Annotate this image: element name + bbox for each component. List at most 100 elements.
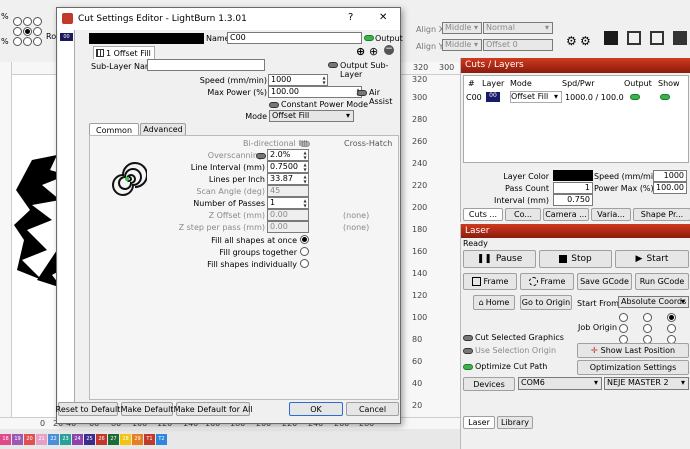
layer-color-swatch[interactable] [553,170,593,181]
start-from-select[interactable]: Absolute Coords [618,296,689,308]
cuts-speed-field[interactable]: 1000 [653,170,687,182]
devices-button[interactable]: Devices [463,377,515,391]
tab-laser[interactable]: Laser [463,416,495,429]
show-toggle[interactable] [660,94,670,100]
sublayer-name-field[interactable] [147,59,265,71]
fill-individual-radio[interactable] [300,259,309,268]
lines-per-inch-field[interactable]: 33.87 ▲ ▼ [267,173,309,185]
speed-field[interactable]: 1000 ▲ ▼ [268,74,328,86]
help-icon[interactable]: ? [348,12,353,23]
fill-all-radio[interactable] [300,235,309,244]
save-gcode-button[interactable]: Save GCode [577,273,632,290]
start-button[interactable]: ▶ Start [615,250,689,268]
air-assist-toggle[interactable] [357,90,367,96]
line-interval-field[interactable]: 0.7500 ▲ ▼ [267,161,309,173]
optimization-settings-button[interactable]: Optimization Settings [577,360,689,375]
tab-cuts[interactable]: Cuts ... [463,208,503,221]
row-mode[interactable]: Offset Fill [510,91,562,103]
palette-swatch[interactable]: 20 [24,433,35,445]
group-icon[interactable] [604,31,618,45]
sublayer-tab[interactable]: 1 Offset Fill [93,46,155,59]
machine-icon[interactable]: ⚙ [580,34,591,48]
palette-swatch[interactable]: 29 [132,433,143,445]
output-toggle[interactable] [364,35,374,41]
table-row[interactable]: C00 00 Offset Fill 1000.0 / 100.0 [464,90,688,104]
layers-table[interactable]: # Layer Mode Spd/Pwr Output Show C00 00 … [463,75,689,163]
palette-swatch[interactable]: 28 [120,433,131,445]
num-passes-field[interactable]: 1 ▲ ▼ [267,197,309,209]
palette-swatch[interactable]: 19 [12,433,23,445]
overscanning-toggle[interactable] [256,153,266,159]
close-icon[interactable]: ✕ [379,12,387,23]
show-last-position-button[interactable]: ✛ Show Last Position [577,343,689,358]
palette-swatch[interactable]: T1 [144,433,155,445]
line-interval-label: Line Interval (mm) [190,163,265,172]
palette-swatch[interactable]: 18 [0,433,11,445]
cut-selected-toggle[interactable] [463,335,473,341]
offset-field[interactable]: Offset 0 [483,39,553,51]
tab-console[interactable]: Co... [505,208,541,221]
power-max-field[interactable]: 100.00 [653,182,687,194]
port-select[interactable]: COM6 [518,377,602,390]
go-to-origin-button[interactable]: Go to Origin [520,295,572,310]
run-gcode-button[interactable]: Run GCode [635,273,689,290]
tab-library[interactable]: Library [497,416,533,429]
cancel-button[interactable]: Cancel [346,402,399,416]
distribute-icon[interactable] [650,31,664,45]
name-color-bar[interactable] [89,33,204,44]
z-step-field[interactable]: 0.00 [267,221,309,233]
ok-button[interactable]: OK [289,402,343,416]
remove-sublayer-icon[interactable]: − [384,45,394,55]
layer-number-badge[interactable]: 00 [60,33,73,41]
frame-round-button[interactable]: Frame [520,273,574,290]
align-x-label: Align X [416,25,445,34]
align-x-select[interactable]: Middle [442,22,482,34]
align-icon[interactable] [627,31,641,45]
flip-icon[interactable] [673,31,687,45]
fill-groups-radio[interactable] [300,247,309,256]
align-y-select[interactable]: Middle [442,39,482,51]
layer-strip: 00 [58,30,75,402]
overscanning-field[interactable]: 2.0% ▲ ▼ [267,149,309,161]
copy-sublayer-icon[interactable]: ⊕ [369,45,378,58]
palette-swatch[interactable]: 25 [84,433,95,445]
make-default-button[interactable]: Make Default [121,402,173,416]
reset-default-button[interactable]: Reset to Default [56,402,120,416]
output-toggle[interactable] [630,94,640,100]
interval-field[interactable]: 0.750 [553,194,593,206]
mode-select[interactable]: Offset Fill [269,110,354,122]
palette-swatch[interactable]: 21 [36,433,47,445]
constant-power-toggle[interactable] [269,102,279,108]
optimize-cut-path-toggle[interactable] [463,364,473,370]
palette-swatch[interactable]: 27 [108,433,119,445]
job-origin-label: Job Origin [578,323,618,332]
stop-button[interactable]: Stop [539,250,612,268]
device-select[interactable]: NEJE MASTER 2 [604,377,689,390]
add-sublayer-icon[interactable]: ⊕ [356,45,365,58]
palette-swatch[interactable]: 23 [60,433,71,445]
job-origin-grid[interactable] [619,313,689,345]
bidirectional-toggle[interactable] [300,141,310,147]
palette-swatch[interactable]: 24 [72,433,83,445]
dialog-titlebar[interactable]: Cut Settings Editor - LightBurn 1.3.01 ?… [57,8,400,30]
z-offset-field[interactable]: 0.00 [267,209,309,221]
origin-grid[interactable] [13,17,43,47]
pause-button[interactable]: ❚❚ Pause [463,250,536,268]
use-selection-origin-toggle[interactable] [463,348,473,354]
palette-swatch[interactable]: 26 [96,433,107,445]
frame-button[interactable]: Frame [463,273,517,290]
tab-shape-properties[interactable]: Shape Pr... [633,208,690,221]
layer-name-field[interactable]: C00 [227,32,362,44]
tab-camera[interactable]: Camera ... [543,208,589,221]
scan-angle-field[interactable]: 45 [267,185,309,197]
home-button[interactable]: ⌂ Home [473,295,515,310]
camera-icon[interactable]: ⚙ [566,34,577,48]
tab-variable-text[interactable]: Varia... [591,208,631,221]
make-default-all-button[interactable]: Make Default for All [174,402,252,416]
palette-swatch[interactable]: 22 [48,433,59,445]
pass-count-field[interactable]: 1 [553,182,593,194]
output-sublayer-toggle[interactable] [328,62,338,68]
max-power-field[interactable]: 100.00▲▼ [268,86,362,98]
align-mode-select[interactable]: Normal [483,22,553,34]
palette-swatch[interactable]: T2 [156,433,167,445]
